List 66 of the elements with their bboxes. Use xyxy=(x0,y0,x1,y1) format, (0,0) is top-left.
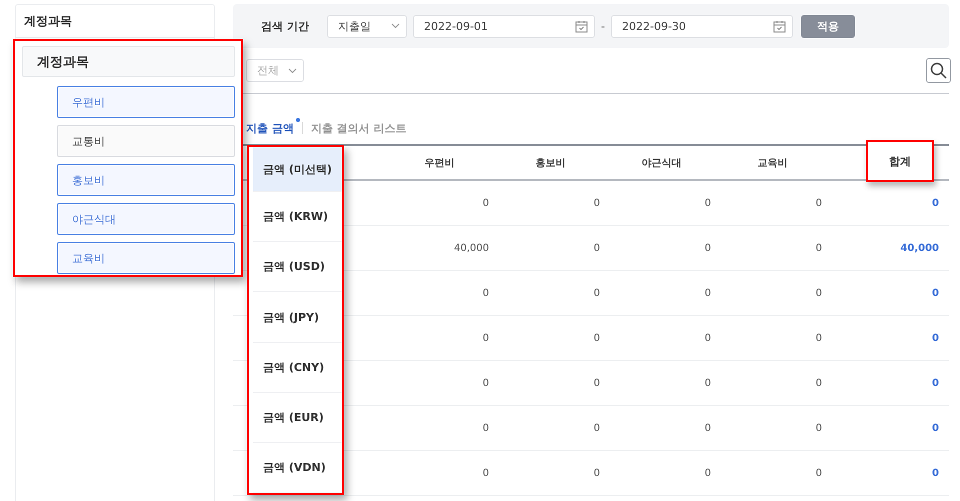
search-icon xyxy=(930,62,947,79)
table-cell-text: 0 xyxy=(592,332,601,344)
table-cell-text: 0 xyxy=(704,332,712,344)
end-date-field[interactable]: 2022-09-30 xyxy=(610,14,793,38)
calendar-icon xyxy=(575,20,588,32)
currency-option[interactable]: 금액 (EUR) xyxy=(253,392,342,443)
table-cell-text: 0 xyxy=(704,468,712,478)
table-cell-text: 0 xyxy=(814,378,823,388)
table-cell-text: 0 xyxy=(482,288,490,298)
account-item[interactable]: 홍보비 xyxy=(57,164,235,196)
chevron-icon xyxy=(288,68,297,74)
currency-option[interactable]: 금액 (USD) xyxy=(253,242,342,292)
search-button[interactable] xyxy=(926,58,951,83)
table-cell-text: 0 xyxy=(592,288,601,298)
table-cell-text: 0 xyxy=(931,378,940,388)
table-cell-text: 0 xyxy=(704,378,712,388)
currency-option[interactable]: 금액 (KRW) xyxy=(253,192,342,242)
date-separator: - xyxy=(601,20,605,32)
date-type-select[interactable]: 지출일 xyxy=(327,14,407,38)
table-cell-text: 0 xyxy=(592,422,601,434)
account-item[interactable]: 교통비 xyxy=(57,125,235,157)
currency-option[interactable]: 금액 (JPY) xyxy=(253,292,342,343)
column-header: 홍보비 xyxy=(534,156,566,170)
table-cell-text: 0 xyxy=(482,422,490,434)
table-cell-text: 0 xyxy=(931,288,940,298)
table-cell-text: 0 xyxy=(814,422,823,434)
table-cell-text: 0 xyxy=(592,198,601,208)
filter-label: 검색 기간 xyxy=(261,18,310,34)
table-cell-text: 0 xyxy=(704,198,712,208)
column-header: 야근식대 xyxy=(640,156,682,170)
table-cell-text: 0 xyxy=(704,288,712,298)
table-cell-text: 0 xyxy=(814,332,823,344)
table-cell-text: 0 xyxy=(931,198,940,208)
table-cell-text: 0 xyxy=(482,468,490,478)
tab[interactable]: 지출 금액 xyxy=(246,120,302,136)
table-cell-text: 0 xyxy=(592,468,601,478)
currency-option[interactable]: 금액 (미선택) xyxy=(253,147,342,192)
table-cell-text: 40,000 xyxy=(453,242,490,254)
table-cell-text: 0 xyxy=(931,468,940,478)
column-header: 합계 xyxy=(866,140,934,182)
table-cell-text: 0 xyxy=(814,468,823,478)
account-item[interactable]: 야근식대 xyxy=(57,203,235,235)
table-cell-text: 0 xyxy=(482,198,490,208)
table-cell-text: 0 xyxy=(704,242,712,254)
table-cell-text: 0 xyxy=(814,288,823,298)
calendar-icon xyxy=(772,20,786,32)
table-cell-text: 0 xyxy=(931,332,940,344)
column-header: 교육비 xyxy=(756,156,788,170)
table-cell-text: 0 xyxy=(482,332,490,344)
table-cell-text: 0 xyxy=(931,422,940,434)
currency-option[interactable]: 금액 (CNY) xyxy=(253,342,342,393)
table-cell-text: 0 xyxy=(592,242,601,254)
account-item[interactable]: 우편비 xyxy=(57,86,235,118)
table-cell-text: 0 xyxy=(592,378,601,388)
account-title: 계정과목 xyxy=(22,46,235,77)
table-cell-text: 40,000 xyxy=(899,242,940,254)
account-item[interactable]: 교육비 xyxy=(57,242,235,274)
start-date-field[interactable]: 2022-09-01 xyxy=(413,14,595,38)
currency-option[interactable]: 금액 (VDN) xyxy=(253,442,342,493)
table-cell-text: 0 xyxy=(814,242,823,254)
table-cell-text: 0 xyxy=(482,378,490,388)
column-header: 우편비 xyxy=(424,156,456,170)
sidebar-title: 계정과목 xyxy=(16,5,214,38)
chevron-icon xyxy=(391,23,400,29)
table-cell-text: 0 xyxy=(814,198,823,208)
table-cell-text: 0 xyxy=(704,422,712,434)
